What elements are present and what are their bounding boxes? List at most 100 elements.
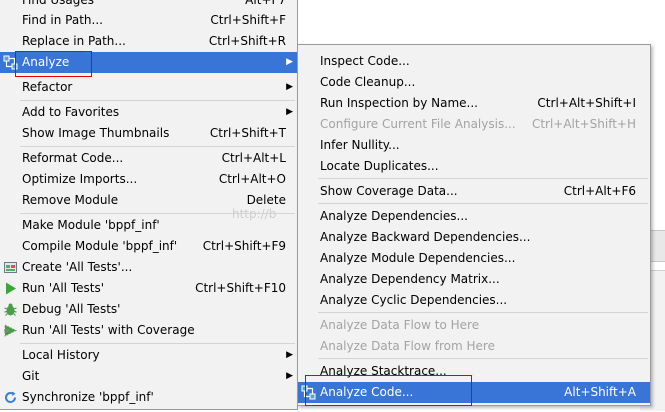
menu-item-label: Locate Duplicates... [320, 159, 439, 173]
menu-item-run-with-coverage[interactable]: Run 'All Tests' with Coverage [0, 320, 297, 341]
menu-item-replace-in-path[interactable]: Replace in Path... Ctrl+Shift+R [0, 31, 297, 52]
menu-item-label: Show Image Thumbnails [22, 126, 170, 140]
menu-item-remove-module[interactable]: Remove Module Delete [0, 190, 297, 211]
submenu-item-analyze-dependency-matrix[interactable]: Analyze Dependency Matrix... [298, 269, 650, 290]
menu-item-label: Analyze Dependency Matrix... [320, 272, 500, 286]
coverage-icon [3, 323, 18, 338]
menu-separator [318, 178, 648, 179]
menu-item-shortcut: Ctrl+Alt+L [221, 151, 286, 165]
submenu-item-analyze-cyclic-dependencies[interactable]: Analyze Cyclic Dependencies... [298, 290, 650, 311]
menu-item-label: Show Coverage Data... [320, 184, 458, 198]
menu-item-label: Run Inspection by Name... [320, 96, 478, 110]
menu-item-refactor[interactable]: Refactor ▶ [0, 77, 297, 98]
menu-item-label: Create 'All Tests'... [22, 260, 133, 274]
submenu-item-show-coverage-data[interactable]: Show Coverage Data... Ctrl+Alt+F6 [298, 181, 650, 202]
menu-item-label: Run 'All Tests' [22, 281, 104, 295]
menu-separator [20, 146, 295, 147]
submenu-item-inspect-code[interactable]: Inspect Code... [298, 51, 650, 72]
menu-item-reformat-code[interactable]: Reformat Code... Ctrl+Alt+L [0, 148, 297, 169]
submenu-item-run-inspection-by-name[interactable]: Run Inspection by Name... Ctrl+Alt+Shift… [298, 93, 650, 114]
menu-item-debug-all-tests[interactable]: Debug 'All Tests' [0, 299, 297, 320]
submenu-item-analyze-data-flow-to: Analyze Data Flow to Here [298, 315, 650, 336]
menu-item-label: Inspect Code... [320, 54, 410, 68]
menu-item-label: Configure Current File Analysis... [320, 117, 516, 131]
menu-item-label: Add to Favorites [22, 105, 120, 119]
project-context-menu: Find Usages Alt+F7 Find in Path... Ctrl+… [0, 0, 298, 410]
menu-item-make-module[interactable]: Make Module 'bppf_inf' [0, 215, 297, 236]
debug-bug-icon [3, 302, 18, 317]
menu-item-label: Replace in Path... [22, 34, 126, 48]
submenu-arrow-icon: ▶ [286, 107, 293, 117]
menu-item-shortcut: Delete [246, 193, 286, 207]
menu-item-shortcut: Ctrl+Shift+F10 [195, 281, 286, 295]
analyze-submenu: Inspect Code... Code Cleanup... Run Insp… [297, 44, 651, 406]
menu-item-label: Debug 'All Tests' [22, 302, 121, 316]
menu-item-label: Find in Path... [22, 13, 103, 27]
menu-item-label: Analyze Dependencies... [320, 209, 468, 223]
submenu-item-analyze-data-flow-from: Analyze Data Flow from Here [298, 336, 650, 357]
analyze-code-icon [301, 385, 316, 400]
menu-item-find-in-path[interactable]: Find in Path... Ctrl+Shift+F [0, 10, 297, 31]
menu-item-label: Local History [22, 348, 100, 362]
menu-item-create-all-tests[interactable]: Create 'All Tests'... [0, 257, 297, 278]
menu-item-label: Code Cleanup... [320, 75, 416, 89]
menu-separator [20, 213, 295, 214]
menu-item-label: Git [22, 369, 40, 383]
menu-item-label: Remove Module [22, 193, 119, 207]
menu-item-label: Analyze Data Flow to Here [320, 318, 480, 332]
menu-item-shortcut: Ctrl+Shift+T [209, 126, 286, 140]
menu-item-label: Make Module 'bppf_inf' [22, 218, 160, 232]
menu-separator [318, 203, 648, 204]
menu-item-label: Synchronize 'bppf_inf' [22, 390, 154, 404]
submenu-item-locate-duplicates[interactable]: Locate Duplicates... [298, 156, 650, 177]
menu-item-label: Optimize Imports... [22, 172, 138, 186]
menu-item-shortcut: Ctrl+Alt+O [218, 172, 286, 186]
submenu-item-infer-nullity[interactable]: Infer Nullity... [298, 135, 650, 156]
submenu-arrow-icon: ▶ [286, 350, 293, 360]
menu-item-synchronize[interactable]: Synchronize 'bppf_inf' [0, 387, 297, 408]
menu-item-shortcut: Ctrl+Alt+Shift+I [537, 96, 636, 110]
menu-item-label: Analyze Cyclic Dependencies... [320, 293, 508, 307]
submenu-item-code-cleanup[interactable]: Code Cleanup... [298, 72, 650, 93]
menu-item-run-all-tests[interactable]: Run 'All Tests' Ctrl+Shift+F10 [0, 278, 297, 299]
submenu-item-analyze-backward-dependencies[interactable]: Analyze Backward Dependencies... [298, 227, 650, 248]
analyze-icon [3, 55, 18, 70]
submenu-item-analyze-module-dependencies[interactable]: Analyze Module Dependencies... [298, 248, 650, 269]
menu-item-label: Analyze Stacktrace... [320, 364, 447, 378]
menu-item-label: Refactor [22, 80, 73, 94]
submenu-item-analyze-code[interactable]: Analyze Code... Alt+Shift+A [298, 382, 650, 403]
menu-item-label: Analyze Data Flow from Here [320, 339, 495, 353]
menu-item-label: Compile Module 'bppf_inf' [22, 239, 178, 253]
menu-item-label: Run 'All Tests' with Coverage [22, 323, 195, 337]
menu-item-add-to-favorites[interactable]: Add to Favorites ▶ [0, 102, 297, 123]
menu-item-optimize-imports[interactable]: Optimize Imports... Ctrl+Alt+O [0, 169, 297, 190]
submenu-item-configure-file-analysis: Configure Current File Analysis... Ctrl+… [298, 114, 650, 135]
menu-item-shortcut: Alt+Shift+A [564, 385, 636, 399]
menu-separator [20, 343, 295, 344]
menu-item-label: Analyze Module Dependencies... [320, 251, 516, 265]
menu-item-analyze[interactable]: Analyze ▶ [0, 52, 297, 73]
create-test-icon [3, 260, 18, 275]
menu-item-shortcut: Ctrl+Alt+F6 [563, 184, 636, 198]
menu-item-label: Analyze Backward Dependencies... [320, 230, 531, 244]
menu-item-label: Reformat Code... [22, 151, 124, 165]
submenu-arrow-icon: ▶ [286, 371, 293, 381]
menu-separator [20, 100, 295, 101]
menu-item-label: Analyze Code... [320, 385, 414, 399]
menu-item-shortcut: Ctrl+Shift+F [210, 13, 286, 27]
submenu-item-analyze-stacktrace[interactable]: Analyze Stacktrace... [298, 361, 650, 382]
menu-item-local-history[interactable]: Local History ▶ [0, 345, 297, 366]
submenu-arrow-icon: ▶ [286, 82, 293, 92]
menu-item-shortcut: Ctrl+Shift+F9 [202, 239, 286, 253]
run-icon [3, 281, 18, 296]
submenu-arrow-icon: ▶ [286, 57, 293, 67]
synchronize-icon [3, 390, 18, 405]
menu-item-label: Analyze [22, 55, 70, 69]
menu-item-show-image-thumbnails[interactable]: Show Image Thumbnails Ctrl+Shift+T [0, 123, 297, 144]
menu-item-compile-module[interactable]: Compile Module 'bppf_inf' Ctrl+Shift+F9 [0, 236, 297, 257]
menu-separator [318, 312, 648, 313]
menu-item-git[interactable]: Git ▶ [0, 366, 297, 387]
menu-item-shortcut: Ctrl+Shift+R [208, 34, 286, 48]
submenu-item-analyze-dependencies[interactable]: Analyze Dependencies... [298, 206, 650, 227]
menu-separator [318, 358, 648, 359]
